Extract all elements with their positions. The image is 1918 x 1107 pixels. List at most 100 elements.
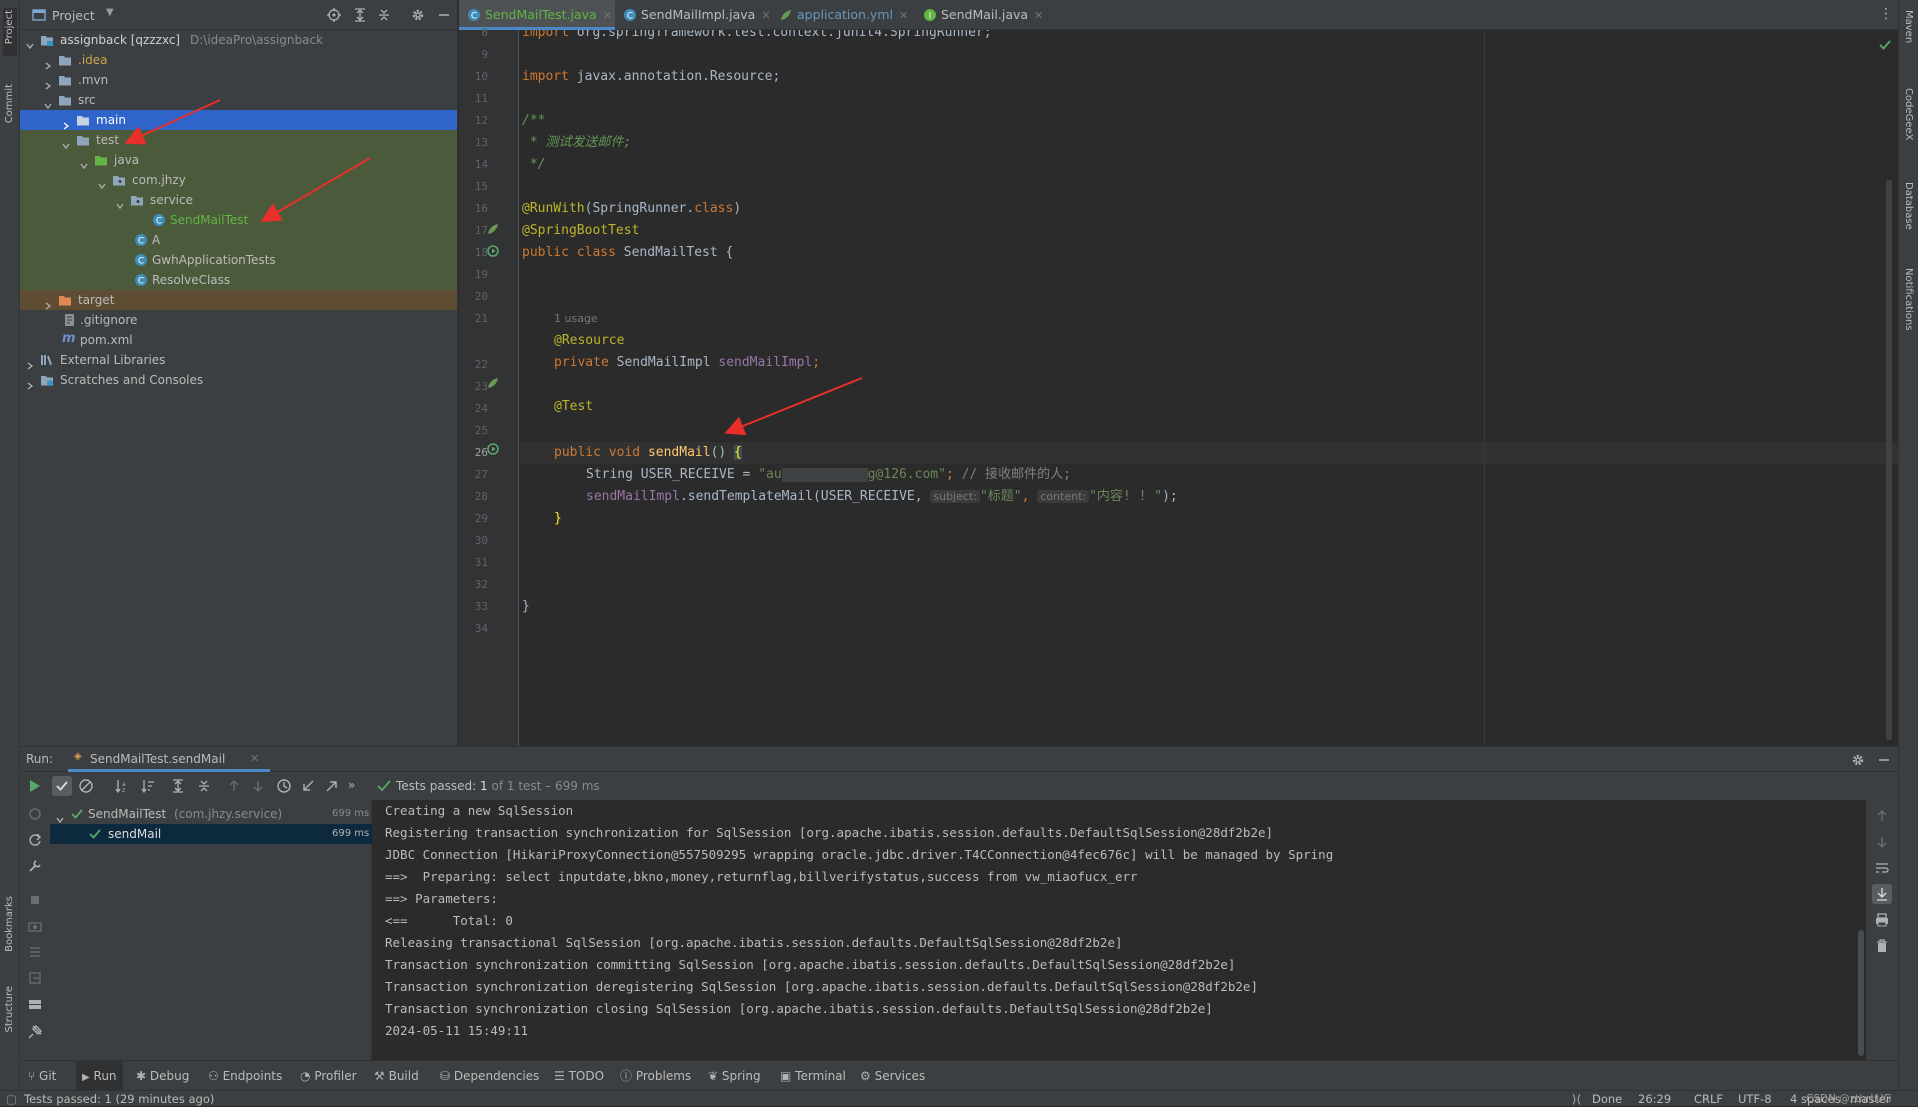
terminal-icon: ▣ (780, 1069, 792, 1083)
dump-threads-icon[interactable] (27, 944, 43, 960)
next-failed-icon[interactable] (250, 778, 266, 794)
export-tests-icon[interactable] (324, 778, 340, 794)
run-config-icon: ◈ (74, 751, 82, 762)
console-scrollbar[interactable] (1858, 930, 1864, 1056)
more-chevron-icon[interactable]: » (348, 778, 355, 792)
run-panel-label: Run: (26, 752, 54, 766)
collapse-all-icon[interactable] (196, 778, 212, 794)
file-encoding[interactable]: UTF-8 (1738, 1091, 1772, 1107)
tool-label: Debug (149, 1069, 190, 1083)
rerun-icon[interactable] (26, 778, 42, 794)
rerun-failed-icon[interactable] (27, 832, 43, 848)
tool-window-bar: ⑂ Git ▶ Run ✱ Debug ⚇ Endpoints ◔ Profil… (20, 1060, 1898, 1091)
tool-label: Endpoints (222, 1069, 283, 1083)
sort-alpha-icon[interactable]: az (114, 778, 130, 794)
layout-icon[interactable] (27, 996, 43, 1012)
stop-square-icon[interactable] (27, 892, 43, 908)
console-output[interactable]: Creating a new SqlSession Registering tr… (372, 800, 1866, 1060)
show-ignored-icon[interactable] (78, 778, 94, 794)
sort-duration-icon[interactable] (140, 778, 156, 794)
gear-icon[interactable] (1850, 752, 1866, 768)
wrench-icon[interactable] (27, 858, 43, 874)
endpoints-icon: ⚇ (208, 1069, 219, 1083)
console-line: Releasing transactional SqlSession [org.… (385, 935, 1123, 950)
tool-label: Build (388, 1069, 419, 1083)
test-case-name: sendMail (108, 827, 162, 841)
test-duration: 699 ms (332, 808, 370, 819)
problems-icon: ⓘ (620, 1069, 633, 1083)
tool-spring[interactable]: ❦ Spring (708, 1061, 761, 1091)
status-bar: ▢ Tests passed: 1 (29 minutes ago) ⟩⟨ Do… (0, 1090, 1918, 1106)
caret-position[interactable]: 26:29 (1638, 1091, 1671, 1107)
passed-check-icon (70, 807, 84, 821)
console-line: Creating a new SqlSession (385, 803, 574, 818)
history-icon[interactable] (276, 778, 292, 794)
run-config-tab[interactable]: ◈ SendMailTest.sendMail ✕ (68, 747, 270, 772)
tool-build[interactable]: ⚒ Build (374, 1061, 419, 1091)
services-icon: ⚙ (860, 1069, 871, 1083)
tool-label: TODO (568, 1069, 605, 1083)
status-done: Done (1592, 1092, 1623, 1106)
line-separator[interactable]: CRLF (1694, 1091, 1723, 1107)
close-icon[interactable]: ✕ (250, 752, 259, 765)
previous-failed-icon[interactable] (226, 778, 242, 794)
pin-icon[interactable] (27, 1024, 43, 1040)
import-tests-icon[interactable] (300, 778, 316, 794)
run-icon: ▶ (82, 1072, 90, 1083)
status-toggle-icon[interactable]: ▢ (6, 1091, 17, 1107)
tool-terminal[interactable]: ▣ Terminal (780, 1061, 846, 1091)
scroll-up-icon[interactable] (1874, 808, 1890, 824)
tool-label: Profiler (314, 1069, 357, 1083)
arrow-to-sendmailtest (260, 157, 371, 223)
test-results-tree: SendMailTest (com.jhzy.service) 699 ms s… (50, 800, 372, 1060)
soft-wrap-icon[interactable] (1874, 860, 1890, 876)
tool-run[interactable]: ▶ Run (76, 1061, 123, 1091)
status-message[interactable]: Tests passed: 1 (29 minutes ago) (24, 1091, 214, 1107)
csdn-watermark: CSDN @zthrLUG (1806, 1093, 1892, 1105)
test-case-row[interactable]: sendMail 699 ms (50, 824, 372, 844)
tool-git[interactable]: ⑂ Git (28, 1061, 56, 1091)
scroll-down-icon[interactable] (1874, 834, 1890, 850)
console-line: 2024-05-11 15:49:11 (385, 1023, 528, 1038)
console-line: ==> Preparing: select inputdate,bkno,mon… (385, 869, 1138, 884)
run-panel-header: Run: ◈ SendMailTest.sendMail ✕ (20, 746, 1898, 772)
tool-label: Services (874, 1069, 926, 1083)
tool-endpoints[interactable]: ⚇ Endpoints (208, 1061, 282, 1091)
console-line: Transaction synchronization deregisterin… (385, 979, 1258, 994)
tool-label: Dependencies (453, 1069, 540, 1083)
console-line: Registering transaction synchronization … (385, 825, 1274, 840)
trash-icon[interactable] (1874, 938, 1890, 954)
tool-label: Git (39, 1069, 57, 1083)
tool-services[interactable]: ⚙ Services (860, 1061, 925, 1091)
tool-debug[interactable]: ✱ Debug (136, 1061, 189, 1091)
show-passed-icon[interactable] (52, 776, 72, 796)
test-duration: 699 ms (332, 828, 370, 839)
camera-icon[interactable] (27, 918, 43, 934)
spring-icon: ❦ (708, 1069, 719, 1083)
console-toolbar (1866, 800, 1898, 1060)
hide-panel-icon[interactable] (1876, 752, 1892, 768)
todo-icon: ☰ (554, 1069, 565, 1083)
tool-dependencies[interactable]: ⛁ Dependencies (440, 1061, 539, 1091)
tests-passed-label: Tests passed: 1 of 1 test – 699 ms (396, 779, 600, 793)
arrow-to-sendmail-method (724, 377, 863, 436)
checkmark-icon (376, 778, 392, 794)
tool-problems[interactable]: ⓘ Problems (620, 1061, 691, 1091)
passed-check-icon (88, 827, 102, 841)
run-toolbar: az » Tests passed: 1 of 1 test – 699 ms (20, 772, 1898, 800)
chevron-down-icon[interactable] (56, 810, 64, 824)
test-suite-name: SendMailTest (88, 807, 167, 821)
exit-icon[interactable] (27, 970, 43, 986)
test-suite-package: (com.jhzy.service) (174, 807, 283, 821)
tool-todo[interactable]: ☰ TODO (554, 1061, 604, 1091)
profiler-icon: ◔ (300, 1069, 311, 1083)
stop-icon[interactable] (27, 806, 43, 822)
scroll-to-end-icon[interactable] (1872, 884, 1892, 904)
print-icon[interactable] (1874, 912, 1890, 928)
tool-label: Problems (635, 1069, 692, 1083)
tool-profiler[interactable]: ◔ Profiler (300, 1061, 357, 1091)
expand-all-icon[interactable] (170, 778, 186, 794)
test-suite-row[interactable]: SendMailTest (com.jhzy.service) 699 ms (50, 804, 372, 824)
tool-label: Spring (721, 1069, 761, 1083)
run-side-toolbar (20, 800, 50, 1060)
